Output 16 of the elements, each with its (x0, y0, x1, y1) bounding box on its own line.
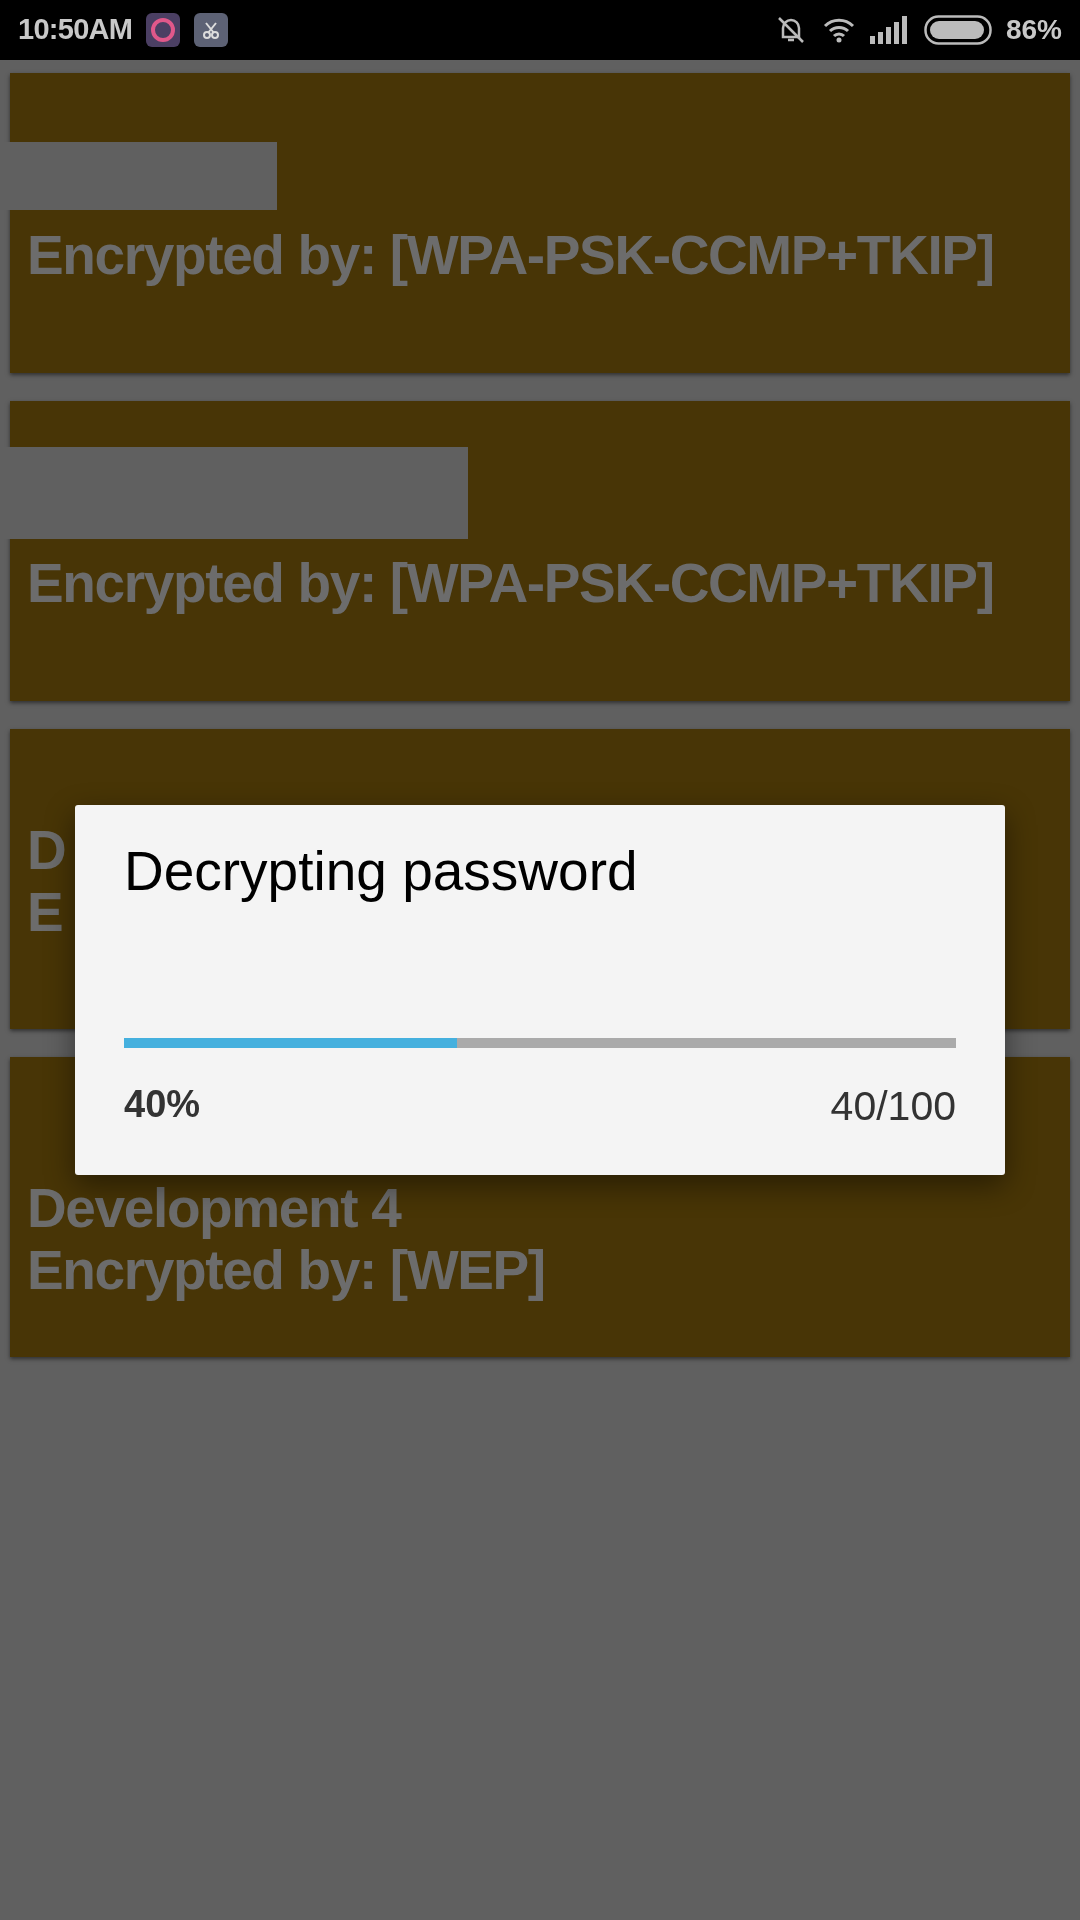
progress-percent: 40% (124, 1082, 201, 1127)
clock-time: 10:50AM (18, 12, 133, 48)
progress-count: 40/100 (830, 1082, 956, 1131)
network-text: E (27, 881, 63, 943)
battery-icon (923, 15, 992, 45)
wifi-icon (821, 16, 856, 44)
network-text: Development 4 (27, 1177, 401, 1239)
app-ring-icon (146, 13, 181, 47)
battery-percent: 86% (1005, 13, 1062, 47)
signal-icon (869, 16, 910, 44)
network-text: Encrypted by: [WPA-PSK-CCMP+TKIP] (27, 224, 994, 286)
network-text: Encrypted by: [WEP] (27, 1239, 545, 1301)
network-text: D (27, 819, 66, 881)
dialog-title: Decrypting password (124, 841, 638, 901)
scissors-app-icon (194, 13, 229, 47)
network-text: Encrypted by: [WPA-PSK-CCMP+TKIP] (27, 552, 994, 614)
